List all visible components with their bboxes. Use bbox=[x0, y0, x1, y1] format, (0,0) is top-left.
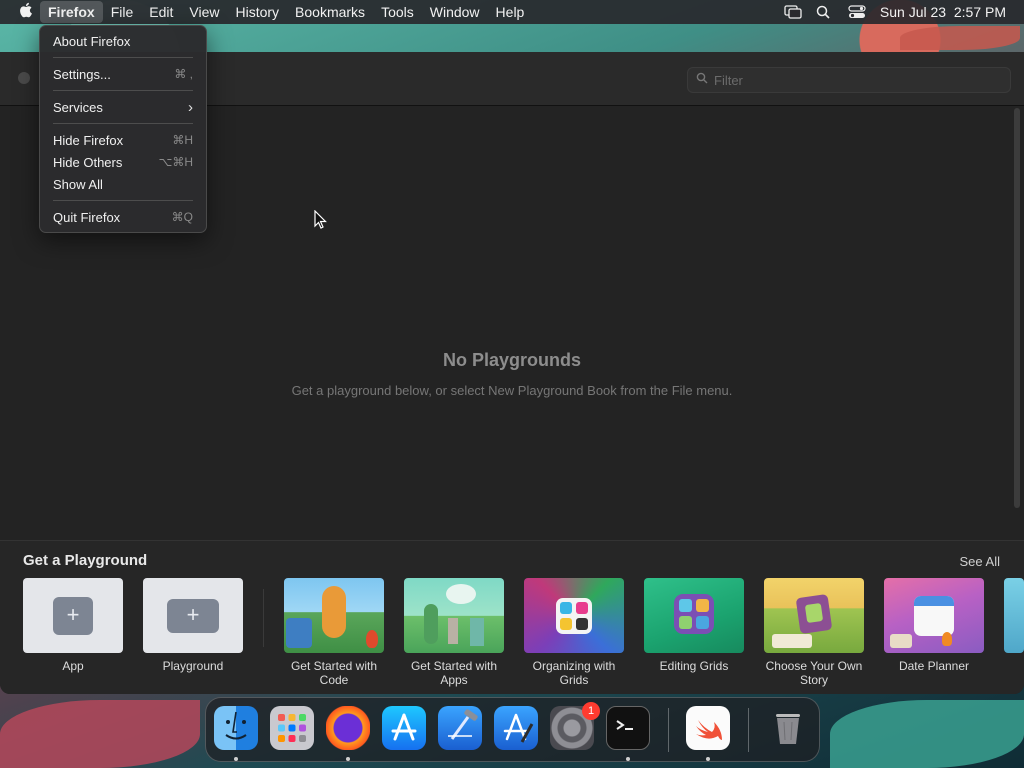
swift-playgrounds-icon[interactable] bbox=[686, 706, 730, 750]
menu-item-services[interactable]: Services › bbox=[40, 96, 206, 118]
tile-thumbnail bbox=[1004, 578, 1024, 653]
running-indicator bbox=[234, 757, 238, 761]
apple-menu-icon[interactable] bbox=[12, 2, 40, 22]
empty-state-subtitle: Get a playground below, or select New Pl… bbox=[291, 383, 733, 398]
tile-partial-next[interactable] bbox=[1004, 578, 1024, 653]
finder-icon[interactable] bbox=[214, 706, 258, 750]
tile-label: Date Planner bbox=[898, 659, 970, 673]
xcode-icon[interactable] bbox=[438, 706, 482, 750]
menu-item-settings[interactable]: Settings... ⌘ , bbox=[40, 63, 206, 85]
empty-state-title: No Playgrounds bbox=[442, 350, 581, 370]
menu-separator bbox=[53, 123, 193, 124]
menu-history[interactable]: History bbox=[227, 1, 287, 23]
tile-thumbnail bbox=[404, 578, 504, 653]
window-close-button[interactable] bbox=[18, 72, 30, 84]
menu-item-shortcut: ⌘H bbox=[172, 133, 193, 147]
launchpad-icon[interactable] bbox=[270, 706, 314, 750]
plus-icon: + bbox=[167, 598, 219, 633]
menu-item-label: Hide Firefox bbox=[53, 132, 124, 148]
tile-label: Choose Your Own Story bbox=[765, 659, 863, 687]
system-settings-icon[interactable]: 1 bbox=[550, 702, 600, 750]
tile-thumbnail bbox=[524, 578, 624, 653]
tile-thumbnail: + bbox=[143, 578, 243, 653]
spotlight-search-icon[interactable] bbox=[816, 5, 834, 19]
tile-thumbnail bbox=[884, 578, 984, 653]
menu-firefox[interactable]: Firefox bbox=[40, 1, 103, 23]
menu-separator bbox=[53, 200, 193, 201]
tile-thumbnail bbox=[764, 578, 864, 653]
tile-thumbnail: + bbox=[23, 578, 123, 653]
dock-separator bbox=[748, 708, 749, 752]
tile-get-started-with-apps[interactable]: Get Started with Apps bbox=[404, 578, 504, 687]
menu-help[interactable]: Help bbox=[488, 1, 533, 23]
menu-item-label: Hide Others bbox=[53, 154, 123, 170]
mouse-cursor-icon bbox=[314, 209, 328, 230]
menu-item-shortcut: ⌥⌘H bbox=[158, 155, 194, 169]
tile-label: App bbox=[62, 659, 84, 673]
menu-item-label: About Firefox bbox=[53, 33, 131, 49]
running-indicator bbox=[626, 757, 630, 761]
chevron-right-icon: › bbox=[188, 98, 193, 116]
tile-label: Get Started with Apps bbox=[410, 659, 498, 687]
screen-mirroring-icon[interactable] bbox=[784, 5, 802, 19]
tile-date-planner[interactable]: Date Planner bbox=[884, 578, 984, 673]
tile-label: Organizing with Grids bbox=[532, 659, 616, 687]
menu-item-quit-firefox[interactable]: Quit Firefox ⌘Q bbox=[40, 206, 206, 228]
app-store-icon[interactable] bbox=[382, 706, 426, 750]
notification-badge: 1 bbox=[582, 702, 600, 720]
filter-input[interactable] bbox=[714, 72, 994, 88]
shelf-divider bbox=[263, 589, 264, 647]
menu-file[interactable]: File bbox=[103, 1, 142, 23]
firefox-app-menu: About Firefox Settings... ⌘ , Services › H… bbox=[39, 25, 207, 233]
menu-tools[interactable]: Tools bbox=[373, 1, 422, 23]
see-all-link[interactable]: See All bbox=[960, 554, 1000, 569]
dock-separator bbox=[668, 708, 669, 752]
shelf-title: Get a Playground bbox=[23, 552, 148, 569]
menu-item-about-firefox[interactable]: About Firefox bbox=[40, 30, 206, 52]
tile-get-started-with-code[interactable]: Get Started with Code bbox=[284, 578, 384, 687]
menu-item-hide-firefox[interactable]: Hide Firefox ⌘H bbox=[40, 129, 206, 151]
dock: 1 bbox=[205, 697, 820, 762]
tile-thumbnail bbox=[644, 578, 744, 653]
filter-field[interactable] bbox=[687, 67, 1011, 93]
get-a-playground-shelf: Get a Playground See All + App + Playgro… bbox=[0, 540, 1024, 694]
running-indicator bbox=[346, 757, 350, 761]
running-indicator bbox=[706, 757, 710, 761]
menu-separator bbox=[53, 90, 193, 91]
xcode-beta-icon[interactable] bbox=[494, 706, 538, 750]
tile-thumbnail bbox=[284, 578, 384, 653]
tile-label: Get Started with Code bbox=[290, 659, 378, 687]
menu-item-show-all[interactable]: Show All bbox=[40, 173, 206, 195]
menu-bar: Firefox File Edit View History Bookmarks… bbox=[0, 0, 1024, 24]
menu-bookmarks[interactable]: Bookmarks bbox=[287, 1, 373, 23]
search-icon bbox=[696, 71, 708, 89]
menu-item-hide-others[interactable]: Hide Others ⌥⌘H bbox=[40, 151, 206, 173]
tile-app[interactable]: + App bbox=[23, 578, 123, 673]
menu-edit[interactable]: Edit bbox=[141, 1, 181, 23]
menu-item-shortcut: ⌘Q bbox=[171, 210, 193, 224]
control-center-icon[interactable] bbox=[848, 5, 866, 19]
menubar-clock[interactable]: Sun Jul 23 2:57 PM bbox=[880, 4, 1006, 20]
firefox-icon[interactable] bbox=[326, 706, 370, 750]
tile-organizing-with-grids[interactable]: Organizing with Grids bbox=[524, 578, 624, 687]
terminal-icon[interactable] bbox=[606, 706, 650, 750]
menu-separator bbox=[53, 57, 193, 58]
tile-label: Playground bbox=[162, 659, 224, 673]
menu-view[interactable]: View bbox=[181, 1, 227, 23]
menu-item-label: Quit Firefox bbox=[53, 209, 121, 225]
menu-item-shortcut: ⌘ , bbox=[174, 67, 193, 81]
tile-label: Editing Grids bbox=[659, 659, 729, 673]
tile-editing-grids[interactable]: Editing Grids bbox=[644, 578, 744, 673]
menu-item-label: Settings... bbox=[53, 66, 111, 82]
menu-item-label: Show All bbox=[53, 176, 103, 192]
tile-playground[interactable]: + Playground bbox=[143, 578, 243, 673]
tile-choose-your-own-story[interactable]: Choose Your Own Story bbox=[764, 578, 864, 687]
vertical-scrollbar[interactable] bbox=[1014, 108, 1020, 508]
plus-icon: + bbox=[53, 596, 93, 635]
menu-window[interactable]: Window bbox=[422, 1, 488, 23]
menu-item-label: Services bbox=[53, 99, 103, 115]
trash-icon[interactable] bbox=[766, 706, 810, 750]
